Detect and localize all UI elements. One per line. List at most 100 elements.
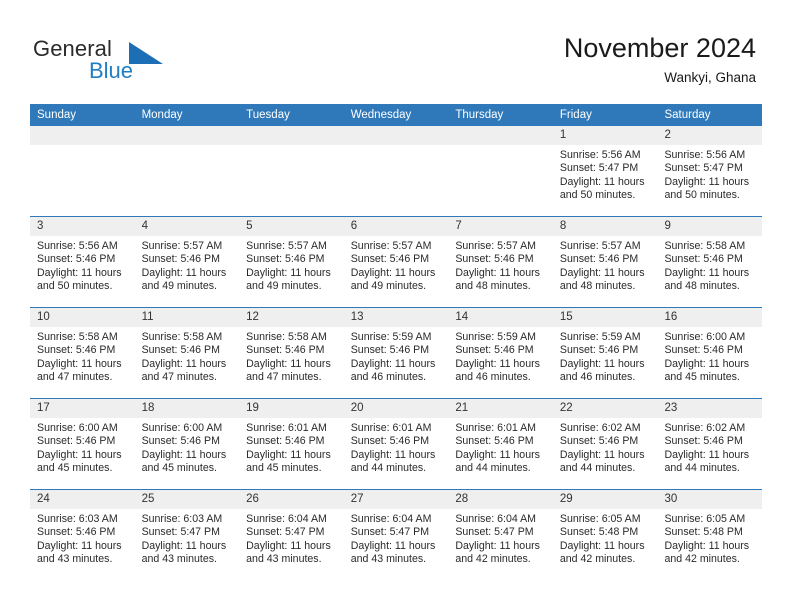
sunset-text: Sunset: 5:47 PM [559,162,639,175]
sunset-text: Sunset: 5:46 PM [246,435,325,448]
daylight-text-line2: and 46 minutes. [559,371,636,384]
location-subtitle: Wankyi, Ghana [664,70,756,85]
calendar-day-cell[interactable]: 12 Sunrise: 5:58 AM Sunset: 5:46 PM Dayligh… [239,308,344,398]
calendar-day-cell[interactable]: 19 Sunrise: 6:01 AM Sunset: 5:46 PM Dayligh… [239,399,344,489]
calendar-day-cell[interactable]: 30 Sunrise: 6:05 AM Sunset: 5:48 PM Dayligh… [657,490,763,580]
calendar-day-cell[interactable]: 29 Sunrise: 6:05 AM Sunset: 5:48 PM Dayligh… [552,490,658,580]
calendar-day-empty [134,126,240,216]
calendar-day-cell[interactable]: 4 Sunrise: 5:57 AM Sunset: 5:46 PM Daylight… [134,217,240,307]
daylight-text-line2: and 46 minutes. [350,371,427,384]
daylight-text-line2: and 46 minutes. [455,371,531,384]
day-number: 29 [552,490,658,509]
calendar-day-cell[interactable]: 23 Sunrise: 6:02 AM Sunset: 5:46 PM Dayligh… [657,399,763,489]
calendar-day-cell[interactable]: 20 Sunrise: 6:01 AM Sunset: 5:46 PM Dayligh… [343,399,449,489]
sunrise-text: Sunrise: 6:01 AM [455,422,536,434]
calendar-day-cell[interactable]: 21 Sunrise: 6:01 AM Sunset: 5:46 PM Dayligh… [448,399,553,489]
sunset-text: Sunset: 5:46 PM [664,435,743,448]
daylight-text-line2: and 47 minutes. [141,371,217,384]
daylight-text-line2: and 43 minutes. [141,553,217,566]
title-block: November 2024 Wankyi, Ghana [564,32,756,87]
weekday-header-row: Sunday Monday Tuesday Wednesday Thursday… [30,104,762,126]
day-number: 11 [134,308,240,327]
day-number: 18 [134,399,240,418]
calendar-day-cell[interactable]: 17 Sunrise: 6:00 AM Sunset: 5:46 PM Dayligh… [30,399,135,489]
day-number [134,126,240,145]
sunset-text: Sunset: 5:46 PM [246,344,325,357]
daylight-text-line1: Daylight: 11 hours [141,266,227,279]
day-sun-info: Sunrise: 5:58 AM Sunset: 5:46 PM Daylight:… [657,236,762,294]
day-number: 20 [343,399,449,418]
daylight-text-line1: Daylight: 11 hours [559,266,645,279]
calendar-day-cell[interactable]: 6 Sunrise: 5:57 AM Sunset: 5:46 PM Daylight… [343,217,449,307]
calendar-day-cell[interactable]: 13 Sunrise: 5:59 AM Sunset: 5:46 PM Dayligh… [343,308,449,398]
day-sun-info: Sunrise: 5:59 AM Sunset: 5:46 PM Daylight:… [344,327,449,385]
daylight-text-line1: Daylight: 11 hours [559,175,645,188]
daylight-text-line1: Daylight: 11 hours [350,448,436,461]
sunrise-text: Sunrise: 5:58 AM [664,240,746,252]
calendar-day-cell[interactable]: 24 Sunrise: 6:03 AM Sunset: 5:46 PM Dayligh… [30,490,135,580]
calendar-day-cell[interactable]: 27 Sunrise: 6:04 AM Sunset: 5:47 PM Dayligh… [343,490,449,580]
sunset-text: Sunset: 5:46 PM [455,435,534,448]
sunset-text: Sunset: 5:46 PM [350,435,430,448]
calendar-day-cell[interactable]: 9 Sunrise: 5:58 AM Sunset: 5:46 PM Daylight… [657,217,763,307]
daylight-text-line2: and 49 minutes. [350,280,427,293]
weekday-header-friday: Friday [559,109,592,121]
sunrise-text: Sunrise: 6:00 AM [141,422,223,434]
day-sun-info: Sunrise: 5:58 AM Sunset: 5:46 PM Daylight:… [30,327,135,385]
daylight-text-line1: Daylight: 11 hours [455,539,540,552]
triangle-logo-icon [129,42,163,64]
day-number: 22 [552,399,658,418]
daylight-text-line2: and 45 minutes. [141,462,217,475]
sunrise-text: Sunrise: 6:01 AM [246,422,327,434]
calendar-day-cell[interactable]: 18 Sunrise: 6:00 AM Sunset: 5:46 PM Dayligh… [134,399,240,489]
sunset-text: Sunset: 5:46 PM [141,253,220,266]
day-sun-info: Sunrise: 6:02 AM Sunset: 5:46 PM Daylight:… [553,418,658,476]
calendar-day-cell[interactable]: 2 Sunrise: 5:56 AM Sunset: 5:47 PM Daylight… [657,126,763,216]
daylight-text-line2: and 48 minutes. [664,280,740,293]
day-sun-info: Sunrise: 6:01 AM Sunset: 5:46 PM Daylight:… [448,418,553,476]
calendar-day-cell[interactable]: 8 Sunrise: 5:57 AM Sunset: 5:46 PM Daylight… [552,217,658,307]
day-sun-info: Sunrise: 6:01 AM Sunset: 5:46 PM Daylight:… [239,418,344,476]
calendar-day-cell[interactable]: 3 Sunrise: 5:56 AM Sunset: 5:46 PM Daylight… [30,217,135,307]
sunrise-text: Sunrise: 6:02 AM [664,422,746,434]
day-number: 28 [448,490,553,509]
day-number [448,126,553,145]
calendar-day-cell[interactable]: 11 Sunrise: 5:58 AM Sunset: 5:46 PM Dayligh… [134,308,240,398]
day-number: 17 [30,399,135,418]
calendar-day-cell[interactable]: 5 Sunrise: 5:57 AM Sunset: 5:46 PM Daylight… [239,217,344,307]
sunset-text: Sunset: 5:46 PM [37,344,116,357]
day-sun-info: Sunrise: 6:04 AM Sunset: 5:47 PM Daylight:… [344,509,449,567]
calendar-day-cell[interactable]: 26 Sunrise: 6:04 AM Sunset: 5:47 PM Dayligh… [239,490,344,580]
daylight-text-line1: Daylight: 11 hours [664,266,750,279]
sunset-text: Sunset: 5:47 PM [246,526,325,539]
sunset-text: Sunset: 5:46 PM [559,344,639,357]
daylight-text-line1: Daylight: 11 hours [559,448,645,461]
calendar-day-cell[interactable]: 1 Sunrise: 5:56 AM Sunset: 5:47 PM Daylight… [552,126,658,216]
brand-logo[interactable]: General Blue [33,36,213,88]
daylight-text-line2: and 43 minutes. [37,553,113,566]
day-sun-info: Sunrise: 6:04 AM Sunset: 5:47 PM Daylight:… [239,509,344,567]
calendar-day-cell[interactable]: 14 Sunrise: 5:59 AM Sunset: 5:46 PM Dayligh… [448,308,553,398]
calendar-day-cell[interactable]: 7 Sunrise: 5:57 AM Sunset: 5:46 PM Daylight… [448,217,553,307]
calendar-day-cell[interactable]: 28 Sunrise: 6:04 AM Sunset: 5:47 PM Dayligh… [448,490,553,580]
day-sun-info: Sunrise: 5:58 AM Sunset: 5:46 PM Daylight:… [135,327,240,385]
calendar-weeks: 1 Sunrise: 5:56 AM Sunset: 5:47 PM Daylight… [30,126,763,580]
daylight-text-line1: Daylight: 11 hours [246,448,331,461]
sunset-text: Sunset: 5:48 PM [559,526,639,539]
sunrise-text: Sunrise: 5:57 AM [455,240,536,252]
calendar-day-cell[interactable]: 10 Sunrise: 5:58 AM Sunset: 5:46 PM Dayligh… [30,308,135,398]
calendar-day-empty [448,126,553,216]
sunset-text: Sunset: 5:46 PM [37,526,116,539]
daylight-text-line1: Daylight: 11 hours [350,357,436,370]
day-number: 30 [657,490,763,509]
daylight-text-line1: Daylight: 11 hours [246,266,331,279]
daylight-text-line2: and 42 minutes. [559,553,636,566]
calendar-day-cell[interactable]: 15 Sunrise: 5:59 AM Sunset: 5:46 PM Dayligh… [552,308,658,398]
calendar-page: General Blue November 2024 Wankyi, Ghana… [0,0,792,612]
daylight-text-line1: Daylight: 11 hours [559,539,645,552]
calendar-day-cell[interactable]: 16 Sunrise: 6:00 AM Sunset: 5:46 PM Dayligh… [657,308,763,398]
calendar-day-cell[interactable]: 25 Sunrise: 6:03 AM Sunset: 5:47 PM Dayligh… [134,490,240,580]
calendar-day-cell[interactable]: 22 Sunrise: 6:02 AM Sunset: 5:46 PM Dayligh… [552,399,658,489]
sunrise-text: Sunrise: 5:57 AM [559,240,641,252]
day-number: 2 [657,126,763,145]
